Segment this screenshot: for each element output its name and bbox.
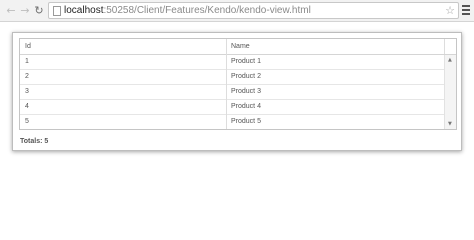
table-row[interactable]: 2 Product 2: [20, 70, 444, 85]
url-path: :50258/Client/Features/Kendo/kendo-view.…: [103, 5, 311, 16]
cell-name: Product 5: [231, 118, 261, 125]
cell-id: 4: [25, 103, 29, 110]
cell-name: Product 2: [231, 73, 261, 80]
forward-arrow-icon[interactable]: →: [18, 3, 32, 18]
cell-id: 5: [25, 118, 29, 125]
url-text[interactable]: localhost:50258/Client/Features/Kendo/ke…: [64, 4, 311, 18]
scroll-down-icon[interactable]: ▼: [448, 121, 452, 127]
reload-icon[interactable]: ↻: [32, 3, 46, 18]
column-separator: [226, 39, 227, 129]
url-host: localhost: [64, 5, 104, 16]
cell-id: 3: [25, 88, 29, 95]
table-row[interactable]: 3 Product 3: [20, 85, 444, 100]
cell-id: 1: [25, 58, 29, 65]
table-row[interactable]: 5 Product 5: [20, 115, 444, 129]
back-arrow-icon[interactable]: ←: [4, 3, 18, 18]
page-icon: [53, 6, 61, 16]
grid-header: Id Name: [20, 39, 456, 55]
hamburger-menu-icon[interactable]: [462, 5, 470, 15]
cell-name: Product 4: [231, 103, 261, 110]
header-separator: [444, 39, 445, 54]
star-icon[interactable]: ☆: [445, 3, 455, 18]
cell-id: 2: [25, 73, 29, 80]
address-bar[interactable]: localhost:50258/Client/Features/Kendo/ke…: [48, 2, 459, 19]
table-row[interactable]: 4 Product 4: [20, 100, 444, 115]
column-header-id[interactable]: Id: [20, 39, 31, 54]
table-row[interactable]: 1 Product 1: [20, 55, 444, 70]
vertical-scrollbar[interactable]: ▲ ▼: [444, 55, 456, 129]
scroll-up-icon[interactable]: ▲: [448, 57, 452, 63]
cell-name: Product 3: [231, 88, 261, 95]
browser-toolbar: ← → ↻ localhost:50258/Client/Features/Ke…: [0, 0, 474, 22]
cell-name: Product 1: [231, 58, 261, 65]
grid-card: Id Name 1 Product 1 2 Product 2 3 Produc…: [12, 32, 462, 151]
products-grid: Id Name 1 Product 1 2 Product 2 3 Produc…: [19, 38, 457, 130]
totals-label: Totals: 5: [20, 138, 49, 145]
column-header-name[interactable]: Name: [226, 39, 250, 54]
